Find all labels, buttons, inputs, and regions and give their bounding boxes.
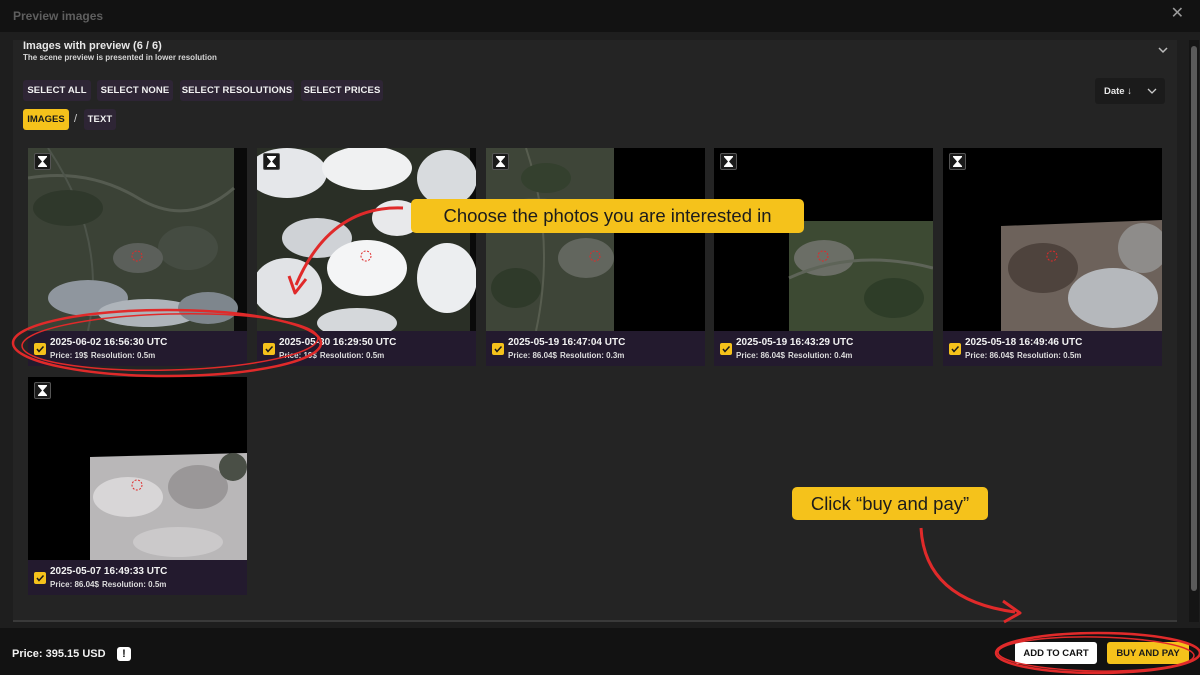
scrollbar-thumb[interactable] [1191,46,1197,591]
hourglass-icon [720,153,737,170]
buy-and-pay-button[interactable]: BUY AND PAY [1107,642,1189,664]
image-price-resolution: Price: 86.04$ Resolution: 0.5m [50,580,169,589]
add-to-cart-button[interactable]: ADD TO CART [1015,642,1097,664]
image-price-resolution: Price: 86.04$ Resolution: 0.4m [736,351,855,360]
view-text-toggle[interactable]: TEXT [84,109,116,130]
chevron-down-icon[interactable] [1157,44,1169,56]
image-meta: 2025-05-19 16:43:29 UTC Price: 86.04$ Res… [714,331,933,366]
title-bar: Preview images ✕ [0,0,1200,32]
image-price: Price: 86.04$ [50,580,99,589]
checkbox-checked-icon[interactable] [720,343,732,355]
image-resolution: Resolution: 0.5m [319,351,385,360]
image-price: Price: 19$ [50,351,88,360]
image-date: 2025-05-19 16:47:04 UTC [508,337,626,348]
image-price: Price: 86.04$ [736,351,785,360]
image-price-resolution: Price: 86.04$ Resolution: 0.3m [508,351,627,360]
section-title: Images with preview (6 / 6) [23,40,162,52]
select-resolutions-button[interactable]: SELECT RESOLUTIONS [180,80,294,101]
image-resolution: Resolution: 0.3m [559,351,625,360]
image-price-resolution: Price: 19$ Resolution: 0.5m [50,351,158,360]
scene-thumbnail[interactable] [714,148,933,331]
image-date: 2025-05-18 16:49:46 UTC [965,337,1083,348]
scene-thumbnail[interactable] [257,148,476,331]
image-card[interactable]: 2025-05-18 16:49:46 UTC Price: 86.04$ Res… [943,148,1162,366]
window-title: Preview images [13,9,104,23]
checkbox-checked-icon[interactable] [263,343,275,355]
hourglass-icon [492,153,509,170]
image-card[interactable]: 2025-06-02 16:56:30 UTC Price: 19$ Resolu… [28,148,247,366]
scene-thumbnail[interactable] [28,148,247,331]
scene-thumbnail[interactable] [486,148,705,331]
view-separator: / [74,113,78,125]
sort-label: Date ↓ [1104,85,1132,97]
view-images-toggle[interactable]: IMAGES [23,109,69,130]
image-resolution: Resolution: 0.5m [101,580,167,589]
image-date: 2025-05-19 16:43:29 UTC [736,337,854,348]
scrollbar[interactable] [1189,40,1199,622]
image-price-resolution: Price: 19$ Resolution: 0.5m [279,351,387,360]
hourglass-icon [34,153,51,170]
image-date: 2025-05-30 16:29:50 UTC [279,337,397,348]
image-price: Price: 86.04$ [508,351,557,360]
hourglass-icon [263,153,280,170]
chevron-down-icon [1147,88,1157,94]
total-price: Price: 395.15 USD [12,648,106,660]
image-price: Price: 19$ [279,351,317,360]
close-icon[interactable]: ✕ [1171,6,1184,22]
checkbox-checked-icon[interactable] [34,572,46,584]
select-none-button[interactable]: SELECT NONE [97,80,173,101]
image-meta: 2025-05-19 16:47:04 UTC Price: 86.04$ Res… [486,331,705,366]
image-resolution: Resolution: 0.4m [787,351,853,360]
image-card[interactable]: 2025-05-07 16:49:33 UTC Price: 86.04$ Res… [28,377,247,595]
checkbox-checked-icon[interactable] [492,343,504,355]
callout-buy-and-pay: Click “buy and pay” [792,487,988,520]
hourglass-icon [34,382,51,399]
images-panel: Images with preview (6 / 6) The scene pr… [13,40,1177,622]
section-subtitle: The scene preview is presented in lower … [23,53,217,62]
callout-choose-photos: Choose the photos you are interested in [411,199,804,233]
image-meta: 2025-05-30 16:29:50 UTC Price: 19$ Resolu… [257,331,476,366]
image-meta: 2025-05-18 16:49:46 UTC Price: 86.04$ Res… [943,331,1162,366]
hourglass-icon [949,153,966,170]
image-price-resolution: Price: 86.04$ Resolution: 0.5m [965,351,1084,360]
image-date: 2025-06-02 16:56:30 UTC [50,337,168,348]
select-prices-button[interactable]: SELECT PRICES [301,80,383,101]
scene-thumbnail[interactable] [943,148,1162,331]
checkbox-checked-icon[interactable] [34,343,46,355]
image-card[interactable]: 2025-05-19 16:43:29 UTC Price: 86.04$ Res… [714,148,933,366]
image-meta: 2025-06-02 16:56:30 UTC Price: 19$ Resolu… [28,331,247,366]
image-date: 2025-05-07 16:49:33 UTC [50,566,168,577]
image-meta: 2025-05-07 16:49:33 UTC Price: 86.04$ Res… [28,560,247,595]
select-all-button[interactable]: SELECT ALL [23,80,91,101]
image-card[interactable]: 2025-05-19 16:47:04 UTC Price: 86.04$ Res… [486,148,705,366]
footer-bar: Price: 395.15 USD ! ADD TO CART BUY AND … [0,628,1200,675]
checkbox-checked-icon[interactable] [949,343,961,355]
image-card[interactable]: 2025-05-30 16:29:50 UTC Price: 19$ Resolu… [257,148,476,366]
image-resolution: Resolution: 0.5m [1016,351,1082,360]
scene-thumbnail[interactable] [28,377,247,560]
info-icon[interactable]: ! [117,647,131,661]
image-price: Price: 86.04$ [965,351,1014,360]
image-resolution: Resolution: 0.5m [90,351,156,360]
sort-select[interactable]: Date ↓ [1095,78,1165,104]
